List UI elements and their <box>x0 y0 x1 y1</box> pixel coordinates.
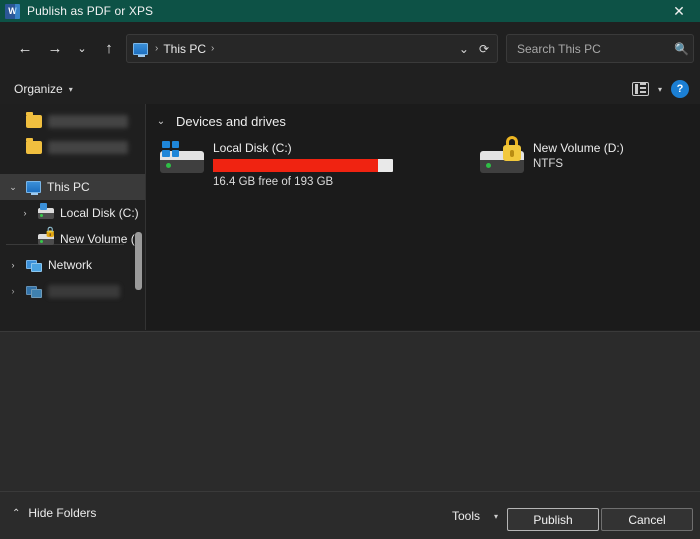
chevron-down-icon[interactable]: ⌄ <box>6 182 20 193</box>
capacity-bar-fill <box>213 159 378 172</box>
word-app-icon: W <box>5 4 20 19</box>
navigation-pane[interactable]: ⌄ This PC › Local Disk (C:) New Volume (… <box>0 104 145 330</box>
drive-item-local-disk-c[interactable]: Local Disk (C:) 16.4 GB free of 193 GB <box>146 139 393 188</box>
sidebar-item-redacted-2[interactable] <box>0 134 145 160</box>
sidebar-item-label: Local Disk (C:) <box>60 206 139 220</box>
drive-name: New Volume (D:) <box>533 141 624 155</box>
help-button[interactable]: ? <box>671 80 689 98</box>
group-title: Devices and drives <box>176 114 286 129</box>
view-layout-icon[interactable] <box>632 82 649 96</box>
hide-folders-button[interactable]: ⌃ Hide Folders <box>12 506 96 520</box>
chevron-right-icon[interactable]: › <box>6 286 20 296</box>
sidebar-item-new-volume[interactable]: New Volume (I <box>0 226 145 252</box>
up-button[interactable]: ↑ <box>94 33 124 63</box>
save-options-panel: File name: MTE Test.pdf ⌄ Save as type: … <box>0 331 700 491</box>
back-button[interactable]: ← <box>10 33 40 63</box>
this-pc-icon <box>26 181 41 193</box>
chevron-up-icon: ⌃ <box>12 508 20 519</box>
organize-button[interactable]: Organize ▾ <box>14 82 73 96</box>
drive-free-space: 16.4 GB free of 193 GB <box>213 176 393 188</box>
folder-icon <box>26 115 42 128</box>
breadcrumb-separator-1: › <box>211 43 214 54</box>
sidebar-item-network[interactable]: › Network <box>0 252 145 278</box>
network-icon <box>26 259 42 272</box>
folder-icon <box>26 141 42 154</box>
publish-as-pdf-dialog: W Publish as PDF or XPS ✕ ← → ⌄ ↑ › This… <box>0 0 700 539</box>
disk-icon <box>38 208 54 219</box>
refresh-icon[interactable]: ⟳ <box>479 42 489 56</box>
network-computer-icon <box>26 285 42 298</box>
window-title: Publish as PDF or XPS <box>27 4 153 18</box>
sidebar-item-label: Network <box>48 258 92 272</box>
drive-item-new-volume-d[interactable]: New Volume (D:) NTFS <box>393 139 624 188</box>
sidebar-item-this-pc[interactable]: ⌄ This PC <box>0 174 145 200</box>
cancel-button[interactable]: Cancel <box>601 508 693 531</box>
disk-lock-icon <box>38 234 54 245</box>
sidebar-item-label <box>48 285 120 298</box>
sidebar-item-local-disk-c[interactable]: › Local Disk (C:) <box>0 200 145 226</box>
sidebar-item-label <box>48 141 128 154</box>
drives-list: Local Disk (C:) 16.4 GB free of 193 GB <box>146 139 700 188</box>
drive-filesystem: NTFS <box>533 158 624 170</box>
search-box[interactable]: 🔍 <box>506 34 694 63</box>
drive-name: Local Disk (C:) <box>213 141 393 155</box>
chevron-down-icon[interactable]: ⌄ <box>154 116 168 127</box>
locked-drive-icon <box>480 143 524 173</box>
sidebar-scrollbar-thumb[interactable] <box>135 232 142 290</box>
view-options-chevron-down-icon[interactable]: ▾ <box>658 85 662 94</box>
sidebar-item-label: This PC <box>47 180 90 194</box>
hide-folders-label: Hide Folders <box>28 506 96 520</box>
tools-label: Tools <box>452 509 480 523</box>
address-bar[interactable]: › This PC › ⌄ ⟳ <box>126 34 498 63</box>
breadcrumb-this-pc[interactable]: This PC <box>163 42 206 56</box>
command-bar: Organize ▾ ▾ ? <box>0 74 700 104</box>
publish-button[interactable]: Publish <box>507 508 599 531</box>
sidebar-item-redacted-1[interactable] <box>0 108 145 134</box>
organize-label: Organize <box>14 82 63 96</box>
windows-drive-icon <box>160 143 204 173</box>
chevron-down-icon: ▾ <box>69 85 73 94</box>
word-icon-letter: W <box>8 7 17 16</box>
chevron-down-icon[interactable]: ⌄ <box>459 42 469 56</box>
capacity-bar <box>213 159 393 172</box>
close-icon[interactable]: ✕ <box>658 0 700 22</box>
chevron-down-icon: ▾ <box>494 512 498 521</box>
devices-and-drives-group-header[interactable]: ⌄ Devices and drives <box>154 114 700 129</box>
windows-logo-icon <box>162 141 179 157</box>
chevron-right-icon[interactable]: › <box>6 260 20 270</box>
sidebar-item-label <box>48 115 128 128</box>
breadcrumb-separator-0: › <box>155 43 158 54</box>
forward-button[interactable]: → <box>40 33 70 63</box>
title-bar: W Publish as PDF or XPS ✕ <box>0 0 700 22</box>
recent-locations-button[interactable]: ⌄ <box>70 33 94 63</box>
sidebar-divider <box>6 244 124 245</box>
search-input[interactable] <box>515 41 674 57</box>
search-icon[interactable]: 🔍 <box>674 42 689 56</box>
tools-menu-button[interactable]: Tools ▾ <box>452 504 498 528</box>
lock-icon <box>502 136 522 162</box>
chevron-right-icon[interactable]: › <box>18 208 32 218</box>
this-pc-icon <box>133 43 148 55</box>
file-list-pane[interactable]: ⌄ Devices and drives Local Disk (C:) 16.… <box>146 104 700 330</box>
sidebar-item-partial[interactable]: › <box>0 278 145 304</box>
